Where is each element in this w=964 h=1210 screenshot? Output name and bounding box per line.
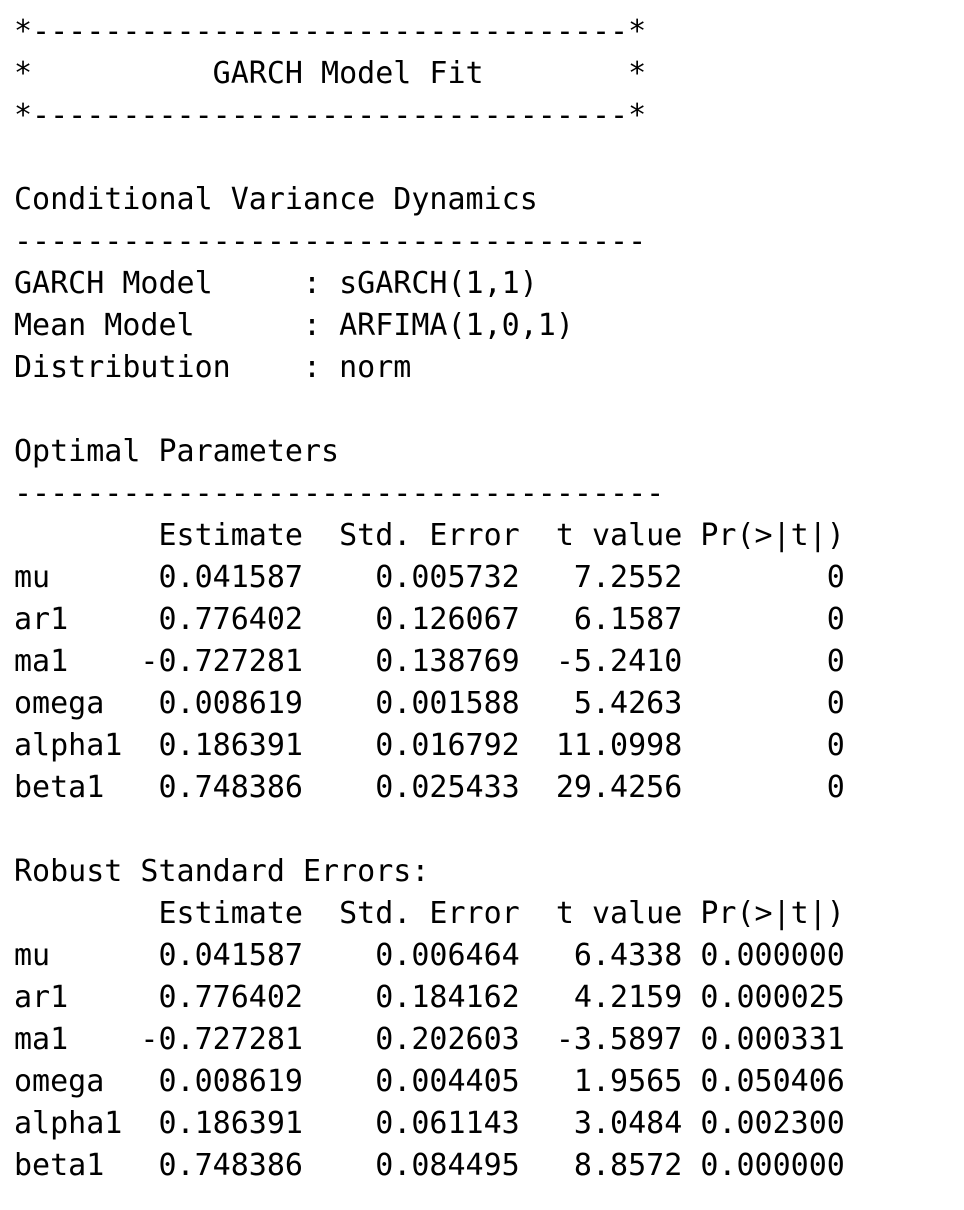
header-border-bottom: *---------------------------------* — [14, 98, 647, 133]
section-rule: ------------------------------------ — [14, 476, 665, 511]
spec-distribution: Distribution : norm — [14, 350, 412, 385]
header-title: * GARCH Model Fit * — [14, 56, 647, 91]
table-row: ar1 0.776402 0.184162 4.2159 0.000025 — [14, 980, 845, 1015]
header-border-top: *---------------------------------* — [14, 14, 647, 49]
table-row: ma1 -0.727281 0.138769 -5.2410 0 — [14, 644, 845, 679]
spec-mean-model: Mean Model : ARFIMA(1,0,1) — [14, 308, 574, 343]
table-row: ar1 0.776402 0.126067 6.1587 0 — [14, 602, 845, 637]
table-row: mu 0.041587 0.005732 7.2552 0 — [14, 560, 845, 595]
table-row: beta1 0.748386 0.025433 29.4256 0 — [14, 770, 845, 805]
section-title-optimal-parameters: Optimal Parameters — [14, 434, 340, 469]
table-row: beta1 0.748386 0.084495 8.8572 0.000000 — [14, 1148, 845, 1183]
table-row: omega 0.008619 0.004405 1.9565 0.050406 — [14, 1064, 845, 1099]
table-row: omega 0.008619 0.001588 5.4263 0 — [14, 686, 845, 721]
table-row: alpha1 0.186391 0.061143 3.0484 0.002300 — [14, 1106, 845, 1141]
section-title-robust-errors: Robust Standard Errors: — [14, 854, 430, 889]
table-row: mu 0.041587 0.006464 6.4338 0.000000 — [14, 938, 845, 973]
console-output: *---------------------------------* * GA… — [14, 11, 845, 1187]
spec-garch-model: GARCH Model : sGARCH(1,1) — [14, 266, 538, 301]
section-title-variance-dynamics: Conditional Variance Dynamics — [14, 182, 538, 217]
table-header: Estimate Std. Error t value Pr(>|t|) — [14, 896, 845, 931]
table-row: ma1 -0.727281 0.202603 -3.5897 0.000331 — [14, 1022, 845, 1057]
table-row: alpha1 0.186391 0.016792 11.0998 0 — [14, 728, 845, 763]
table-header: Estimate Std. Error t value Pr(>|t|) — [14, 518, 845, 553]
section-rule: ----------------------------------- — [14, 224, 647, 259]
